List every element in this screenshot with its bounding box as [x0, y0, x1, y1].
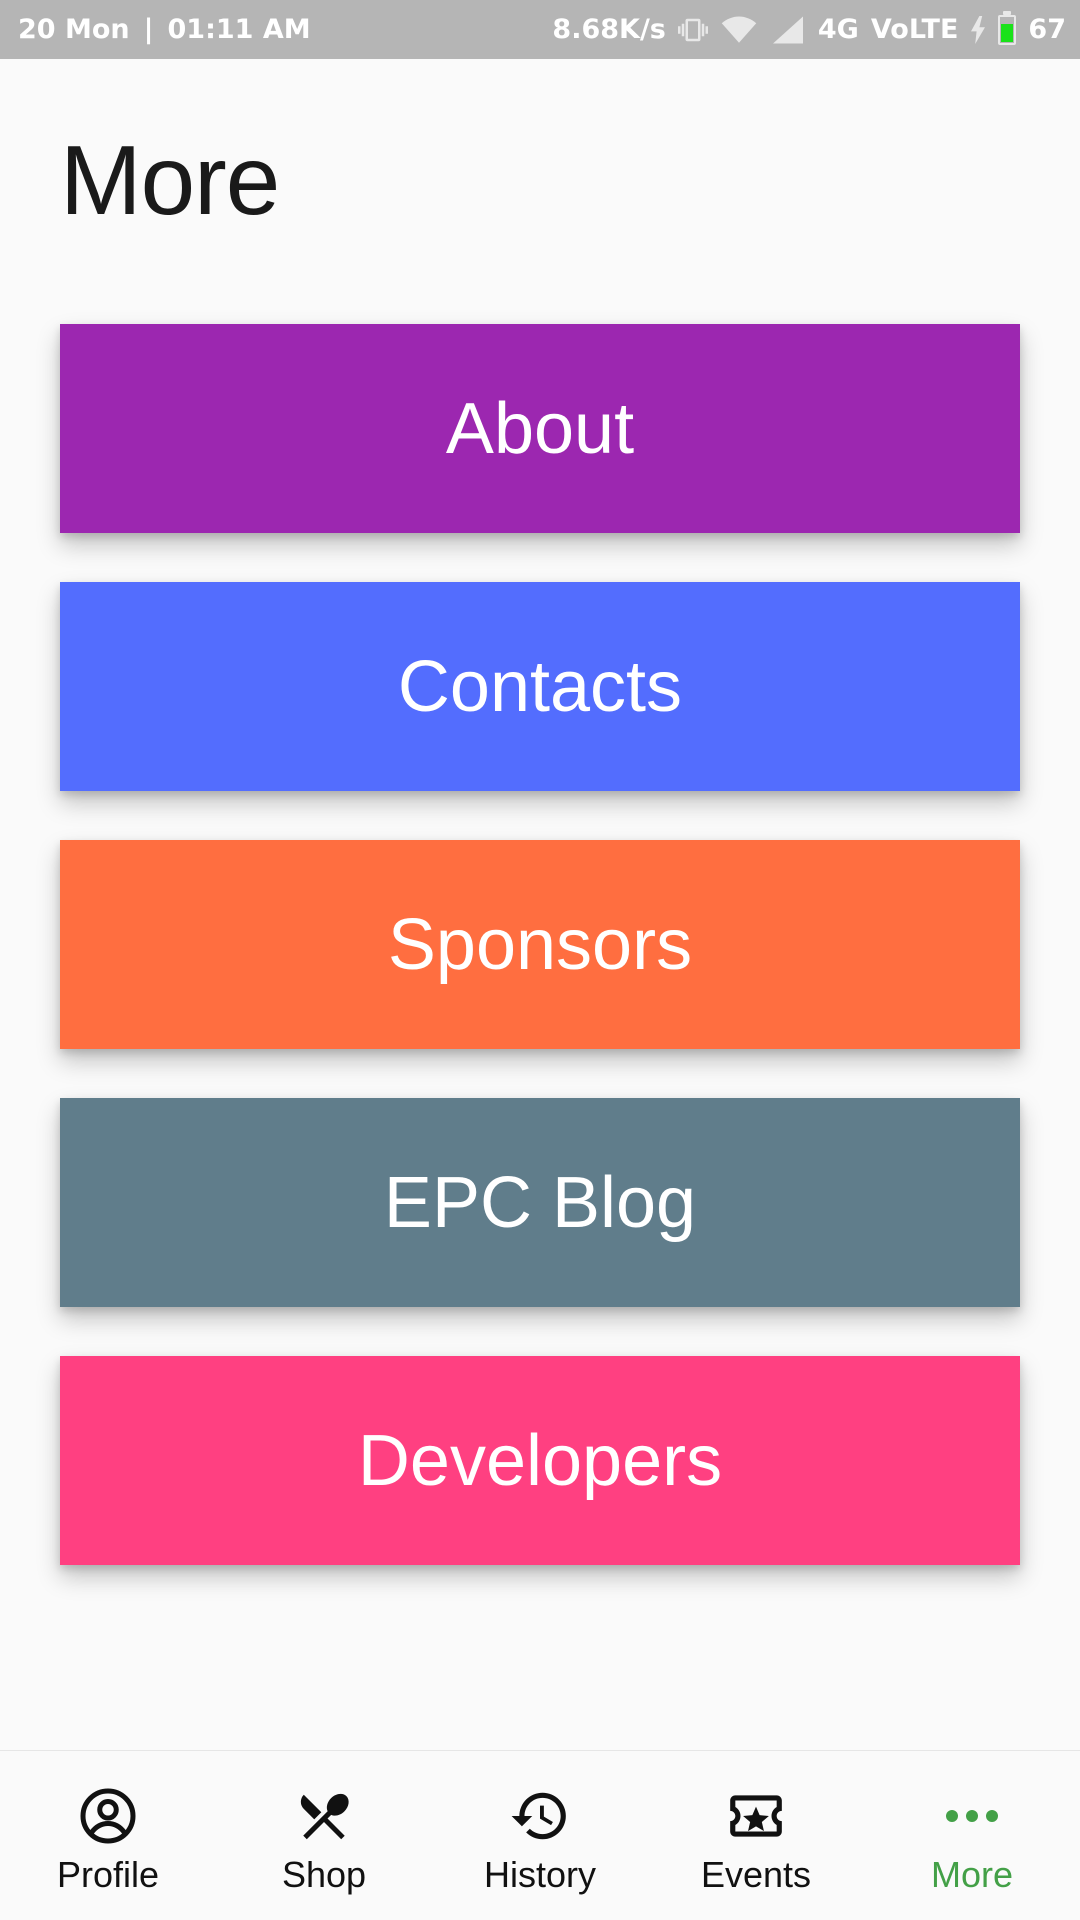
contacts-button[interactable]: Contacts [60, 582, 1020, 791]
battery-level-fill [1001, 24, 1014, 42]
charging-icon [970, 15, 986, 44]
nav-label-events: Events [700, 1854, 812, 1895]
history-icon [508, 1784, 572, 1848]
menu-list: About Contacts Sponsors EPC Blog Develop… [60, 324, 1020, 1614]
vibrate-icon [677, 15, 708, 45]
nav-item-events[interactable]: Events [648, 1751, 864, 1920]
status-left: 20 Mon | 01:11 AM [18, 0, 311, 59]
about-button[interactable]: About [60, 324, 1020, 533]
app-screen: 20 Mon | 01:11 AM 8.68K/s 4G VoLTE 67 Mo… [0, 0, 1080, 1920]
ticket-star-icon [724, 1784, 788, 1848]
page-title: More [60, 125, 280, 235]
nav-label-history: History [483, 1854, 596, 1895]
nav-item-shop[interactable]: Shop [216, 1751, 432, 1920]
network-speed: 8.68K/s [552, 14, 666, 45]
network-type: 4G [817, 14, 859, 45]
developers-button[interactable]: Developers [60, 1356, 1020, 1565]
status-right: 8.68K/s 4G VoLTE 67 [552, 0, 1066, 59]
epc-blog-button[interactable]: EPC Blog [60, 1098, 1020, 1307]
wifi-icon [720, 15, 758, 45]
battery-percent: 67 [1028, 14, 1066, 45]
status-time: 01:11 AM [167, 14, 311, 45]
volte-label: VoLTE [870, 14, 959, 45]
signal-icon [770, 15, 806, 45]
nav-item-history[interactable]: History [432, 1751, 648, 1920]
fork-spoon-icon [292, 1784, 356, 1848]
bottom-navigation: Profile Shop History Events More [0, 1750, 1080, 1920]
account-circle-icon [76, 1784, 140, 1848]
sponsors-button[interactable]: Sponsors [60, 840, 1020, 1049]
nav-label-shop: Shop [281, 1854, 367, 1895]
more-horiz-icon [940, 1784, 1004, 1848]
nav-label-more: More [930, 1854, 1014, 1895]
nav-item-profile[interactable]: Profile [0, 1751, 216, 1920]
battery-icon [998, 10, 1017, 45]
nav-label-profile: Profile [56, 1854, 160, 1895]
nav-item-more[interactable]: More [864, 1751, 1080, 1920]
status-separator: | [143, 14, 154, 45]
status-bar: 20 Mon | 01:11 AM 8.68K/s 4G VoLTE 67 [0, 0, 1080, 59]
status-date: 20 Mon [18, 14, 130, 45]
